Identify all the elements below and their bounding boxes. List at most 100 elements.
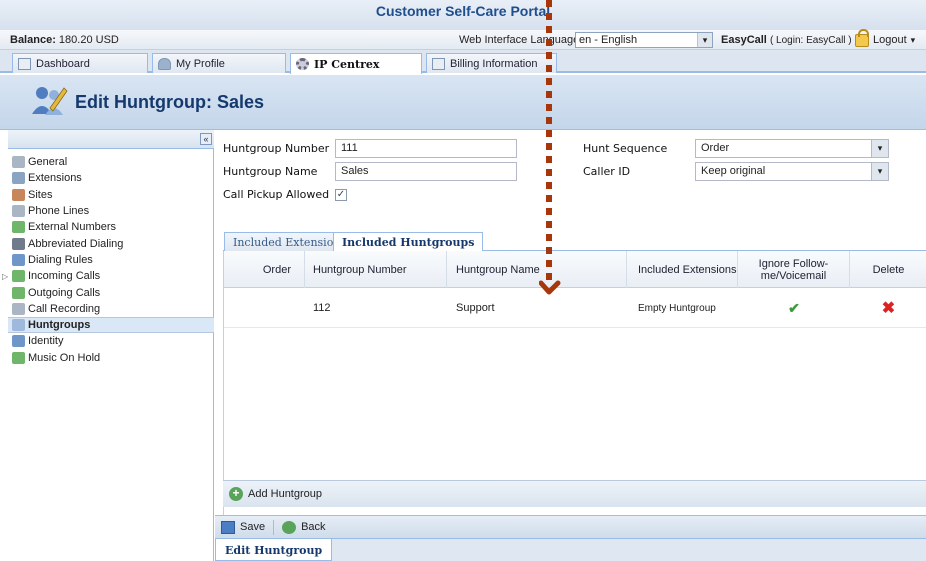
add-icon: + [229, 487, 243, 501]
sidebar-item-extensions[interactable]: Extensions [8, 170, 214, 186]
outgoing-calls-icon [12, 286, 25, 299]
external-numbers-icon [12, 221, 25, 234]
sidebar-item-external-numbers[interactable]: External Numbers [8, 219, 214, 235]
sidebar-item-outgoing-calls[interactable]: Outgoing Calls [8, 284, 214, 300]
identity-icon [12, 335, 25, 348]
sidebar-nav: General Extensions Sites Phone Lines Ext… [2, 154, 214, 366]
sidebar-item-label: Call Recording [28, 302, 101, 315]
sidebar-item-phone-lines[interactable]: Phone Lines [8, 203, 214, 219]
caller-id-label: Caller ID [583, 165, 631, 178]
sidebar-item-abbreviated-dialing[interactable]: Abbreviated Dialing [8, 235, 214, 251]
expand-icon[interactable]: ▷ [2, 272, 8, 281]
tab-label: IP Centrex [314, 57, 380, 71]
sidebar-item-music-on-hold[interactable]: Music On Hold [8, 350, 214, 366]
hunt-sequence-select[interactable]: Order ▾ [695, 139, 889, 158]
call-pickup-label: Call Pickup Allowed [223, 188, 330, 201]
sidebar-item-label: Huntgroups [28, 319, 91, 332]
cell-huntgroup-name: Support [456, 302, 495, 314]
call-recording-icon [12, 302, 25, 315]
person-icon [158, 57, 171, 70]
column-ignore-follow-me[interactable]: Ignore Follow-me/Voicemail [738, 251, 850, 288]
add-huntgroup-label: Add Huntgroup [248, 488, 322, 500]
account-name: EasyCall [721, 34, 767, 46]
caller-id-select[interactable]: Keep original ▾ [695, 162, 889, 181]
balance-label: Balance: [10, 34, 56, 46]
sidebar-item-label: Dialing Rules [28, 253, 93, 266]
lock-icon [855, 28, 869, 47]
sidebar-item-label: Outgoing Calls [28, 286, 101, 299]
account-info: EasyCall ( Login: EasyCall ) [721, 34, 852, 46]
tab-ip-centrex[interactable]: IP Centrex [290, 53, 422, 74]
column-order[interactable]: Order [224, 251, 305, 288]
call-pickup-checkbox[interactable]: ✓ [335, 189, 347, 201]
cell-order [224, 288, 305, 328]
delete-icon[interactable]: ✖ [882, 298, 895, 318]
back-arrow-icon [282, 520, 297, 534]
grid-footer: + Add Huntgroup [223, 480, 926, 507]
sidebar-item-label: Phone Lines [28, 205, 90, 218]
sidebar-item-label: Extensions [28, 172, 82, 185]
logout-button[interactable]: Logout ▾ [855, 28, 915, 48]
add-huntgroup-button[interactable]: + Add Huntgroup [229, 487, 322, 501]
sidebar-item-huntgroups[interactable]: Huntgroups [8, 316, 214, 334]
tab-my-profile[interactable]: My Profile [152, 53, 286, 73]
table-row[interactable]: 112 Support Empty Huntgroup ✔ ✖ [224, 288, 926, 328]
column-huntgroup-number[interactable]: Huntgroup Number [305, 251, 447, 288]
chevron-down-icon: ▾ [871, 163, 888, 180]
account-bar: Balance: 180.20 USD Web Interface Langua… [0, 28, 926, 50]
collapse-sidebar-button[interactable]: « [200, 133, 212, 145]
checkmark-icon: ✔ [788, 299, 800, 316]
sidebar-item-general[interactable]: General [8, 154, 214, 170]
column-included-extensions[interactable]: Included Extensions [627, 251, 738, 288]
language-select[interactable]: en - English ▾ [575, 32, 713, 48]
tab-included-huntgroups[interactable]: Included Huntgroups [333, 232, 484, 252]
grid-header: Order Huntgroup Number Huntgroup Name In… [224, 251, 926, 288]
bottom-toolbar: Save Back [215, 515, 926, 538]
sidebar-item-label: Identity [28, 335, 64, 348]
tab-dashboard[interactable]: Dashboard [12, 53, 148, 73]
portal-title-bar: Customer Self-Care Portal [0, 0, 926, 30]
sidebar-item-dialing-rules[interactable]: Dialing Rules [8, 252, 214, 268]
huntgroup-name-label: Huntgroup Name [223, 165, 318, 178]
users-edit-icon [32, 87, 68, 115]
main-tabs: Dashboard My Profile IP Centrex Billing … [0, 50, 926, 74]
back-button[interactable]: Back [282, 520, 326, 534]
incoming-calls-icon [12, 270, 25, 283]
caller-id-value: Keep original [701, 165, 766, 177]
huntgroup-sub-tabs: Included Extensions Included Huntgroups [223, 230, 926, 252]
cell-ignore-follow-me: ✔ [738, 288, 850, 328]
tab-label: My Profile [176, 57, 225, 70]
sidebar-item-label: External Numbers [28, 221, 117, 234]
abbreviated-dialing-icon [12, 237, 25, 250]
sidebar-item-identity[interactable]: Identity [8, 333, 214, 349]
huntgroup-number-input[interactable]: 111 [335, 139, 517, 158]
document-icon [432, 57, 445, 70]
back-label: Back [301, 521, 326, 533]
save-label: Save [240, 521, 266, 533]
sites-icon [12, 188, 25, 201]
tab-billing-information[interactable]: Billing Information [426, 53, 557, 73]
huntgroup-name-input[interactable]: Sales [335, 162, 517, 181]
balance-value: 180.20 USD [58, 34, 119, 46]
page-header: Edit Huntgroup: Sales [0, 75, 926, 130]
sidebar-item-sites[interactable]: Sites [8, 187, 214, 203]
tab-label: Billing Information [450, 57, 538, 70]
save-button[interactable]: Save [221, 520, 266, 534]
balance: Balance: 180.20 USD [10, 34, 119, 46]
dashboard-icon [18, 57, 31, 70]
language-selected: en - English [579, 34, 638, 46]
column-delete[interactable]: Delete [850, 251, 926, 288]
dialing-rules-icon [12, 253, 25, 266]
chevron-down-icon: ▾ [697, 33, 712, 47]
tab-edit-huntgroup[interactable]: Edit Huntgroup [215, 539, 333, 561]
bottom-tab-strip: Edit Huntgroup [215, 538, 926, 561]
sidebar-item-call-recording[interactable]: Call Recording [8, 301, 214, 317]
cell-huntgroup-number: 112 [313, 302, 331, 314]
column-huntgroup-name[interactable]: Huntgroup Name [447, 251, 627, 288]
hunt-sequence-value: Order [701, 142, 730, 154]
main-content: Huntgroup Number 111 Huntgroup Name Sale… [215, 130, 926, 561]
cell-included-extensions: Empty Huntgroup [638, 302, 716, 314]
toolbar-divider [273, 519, 275, 535]
sidebar-item-incoming-calls[interactable]: ▷ Incoming Calls [2, 268, 214, 284]
gear-icon [296, 58, 309, 70]
